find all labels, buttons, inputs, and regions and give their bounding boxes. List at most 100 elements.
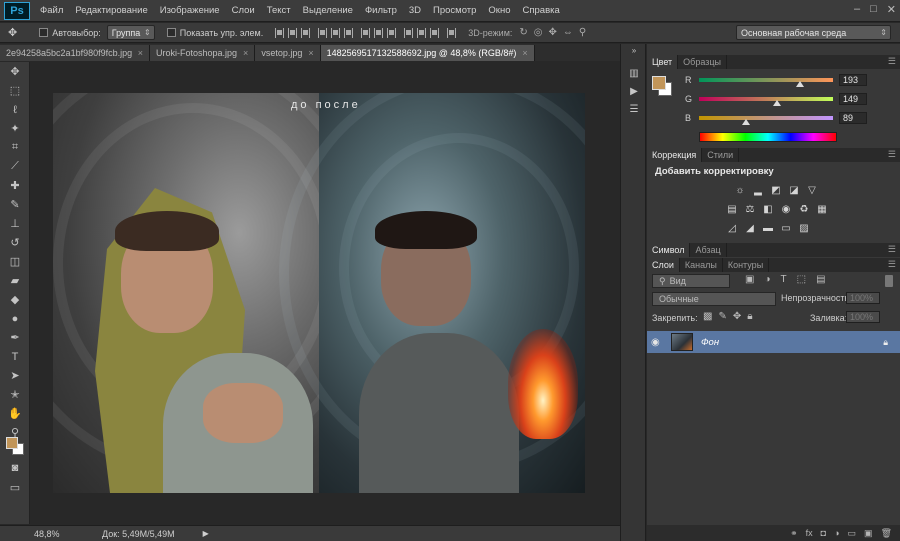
crop-tool-icon[interactable]: ⌗	[0, 138, 30, 157]
healing-brush-icon[interactable]: ✚	[0, 176, 30, 195]
distribute-bottom-icon[interactable]	[387, 27, 397, 38]
slider-b-value[interactable]: 89	[839, 112, 867, 124]
fill-value[interactable]: 100%	[846, 311, 880, 323]
blend-mode-dropdown[interactable]: Обычные	[652, 292, 776, 306]
dodge-tool-icon[interactable]: ●	[0, 309, 30, 328]
color-swatch-fg[interactable]	[652, 76, 666, 90]
tab-swatches[interactable]: Образцы	[678, 55, 727, 69]
slider-b-thumb[interactable]	[741, 119, 750, 125]
align-bottom-icon[interactable]	[301, 27, 311, 38]
canvas-area[interactable]: до после	[31, 62, 620, 524]
panel-menu-icon[interactable]: ☰	[888, 259, 896, 270]
eyedropper-icon[interactable]: ⟋	[0, 157, 30, 176]
opacity-value[interactable]: 100%	[846, 292, 880, 304]
posterize-icon[interactable]: ◢	[743, 222, 757, 235]
menu-filter[interactable]: Фильтр	[359, 5, 403, 16]
slider-b[interactable]: B 89	[685, 112, 867, 125]
maximize-button[interactable]: □	[870, 3, 877, 16]
menu-image[interactable]: Изображение	[154, 5, 226, 16]
distribute-left-icon[interactable]	[404, 27, 414, 38]
brightness-icon[interactable]: ☼	[733, 184, 747, 197]
tab-document-2[interactable]: Uroki-Fotoshopa.jpg ×	[150, 45, 256, 61]
show-controls-checkbox[interactable]	[166, 28, 176, 37]
close-button[interactable]: ✕	[887, 3, 896, 16]
menu-file[interactable]: Файл	[34, 5, 69, 16]
move-tool-icon[interactable]: ✥	[0, 62, 30, 81]
distribute-hcenter-icon[interactable]	[417, 27, 427, 38]
slider-g-value[interactable]: 149	[839, 93, 867, 105]
tab-document-3[interactable]: vsetop.jpg ×	[255, 45, 321, 61]
lock-position-icon[interactable]: ✥	[733, 311, 741, 322]
align-vcenter-icon[interactable]	[288, 27, 298, 38]
vibrance-icon[interactable]: ▽	[805, 184, 819, 197]
align-left-icon[interactable]	[318, 27, 328, 38]
shape-tool-icon[interactable]: ✭	[0, 385, 30, 404]
layer-filter-dropdown[interactable]: ⚲ Вид	[652, 274, 730, 288]
align-right-icon[interactable]	[344, 27, 354, 38]
new-layer-icon[interactable]: ▣	[864, 528, 873, 539]
align-top-icon[interactable]	[275, 27, 285, 38]
distribute-vcenter-icon[interactable]	[374, 27, 384, 38]
close-icon[interactable]: ×	[138, 48, 143, 58]
new-adjustment-icon[interactable]: ◑	[834, 528, 839, 538]
tab-color[interactable]: Цвет	[647, 55, 679, 69]
mode3d-scale-icon[interactable]: ⚲	[579, 27, 586, 38]
photo-filter-icon[interactable]: ◉	[779, 203, 793, 216]
close-icon[interactable]: ×	[522, 48, 527, 58]
close-icon[interactable]: ×	[243, 48, 248, 58]
menu-window[interactable]: Окно	[482, 5, 516, 16]
black-white-icon[interactable]: ◧	[761, 203, 775, 216]
zoom-level[interactable]: 48,8%	[34, 529, 94, 539]
menu-select[interactable]: Выделение	[297, 5, 359, 16]
levels-icon[interactable]: ▂	[751, 184, 765, 197]
align-hcenter-icon[interactable]	[331, 27, 341, 38]
menu-text[interactable]: Текст	[261, 5, 297, 16]
slider-r-value[interactable]: 193	[839, 74, 867, 86]
eraser-tool-icon[interactable]: ◫	[0, 252, 30, 271]
hue-saturation-icon[interactable]: ▤	[725, 203, 739, 216]
path-selection-icon[interactable]: ➤	[0, 366, 30, 385]
tab-document-active[interactable]: 1482569517132588692.jpg @ 48,8% (RGB/8#)…	[320, 45, 535, 61]
layer-name[interactable]: Фон	[701, 337, 719, 348]
color-spectrum[interactable]	[699, 132, 837, 142]
minimize-button[interactable]: –	[854, 3, 860, 16]
tab-styles[interactable]: Стили	[702, 148, 740, 162]
slider-r-track[interactable]	[699, 78, 833, 87]
eye-icon[interactable]: ◉	[651, 337, 667, 348]
quick-mask-icon[interactable]: ◙	[0, 458, 30, 477]
history-brush-icon[interactable]: ↺	[0, 233, 30, 252]
gradient-map-icon[interactable]: ▭	[779, 222, 793, 235]
lock-pixels-icon[interactable]: ✎	[718, 311, 726, 322]
clone-stamp-icon[interactable]: ⊥	[0, 214, 30, 233]
color-lookup-icon[interactable]: ▦	[815, 203, 829, 216]
auto-align-icon[interactable]	[447, 27, 457, 38]
filter-type-icon[interactable]: T	[781, 274, 787, 285]
mode3d-roll-icon[interactable]: ◎	[534, 27, 543, 38]
tab-paths[interactable]: Контуры	[723, 258, 770, 272]
menu-edit[interactable]: Редактирование	[69, 5, 153, 16]
slider-b-track[interactable]	[699, 116, 833, 125]
menu-layers[interactable]: Слои	[226, 5, 261, 16]
screen-mode-icon[interactable]: ▭	[0, 478, 30, 497]
add-mask-icon[interactable]: ◘	[821, 528, 826, 538]
new-group-icon[interactable]: ▭	[848, 528, 857, 539]
lock-transparency-icon[interactable]: ▩	[703, 311, 712, 322]
mode3d-slide-icon[interactable]: ⇔	[563, 27, 573, 38]
mode3d-pan-icon[interactable]: ✥	[549, 27, 557, 38]
mode3d-rotate-icon[interactable]: ↻	[519, 27, 527, 38]
menu-3d[interactable]: 3D	[403, 5, 427, 16]
layer-style-icon[interactable]: fx	[806, 528, 813, 538]
distribute-top-icon[interactable]	[361, 27, 371, 38]
filter-pixel-icon[interactable]: ▣	[745, 274, 754, 285]
close-icon[interactable]: ×	[308, 48, 313, 58]
filter-adjustment-icon[interactable]: ◑	[764, 274, 770, 285]
tab-adjustments[interactable]: Коррекция	[647, 148, 703, 162]
filter-shape-icon[interactable]: ⬚	[797, 274, 806, 285]
selective-color-icon[interactable]: ▨	[797, 222, 811, 235]
curves-icon[interactable]: ◩	[769, 184, 783, 197]
workspace-dropdown[interactable]: Основная рабочая среда	[736, 25, 891, 40]
pen-tool-icon[interactable]: ✒	[0, 328, 30, 347]
tab-paragraph[interactable]: Абзац	[690, 243, 727, 257]
slider-g-track[interactable]	[699, 97, 833, 106]
magic-wand-icon[interactable]: ✦	[0, 119, 30, 138]
